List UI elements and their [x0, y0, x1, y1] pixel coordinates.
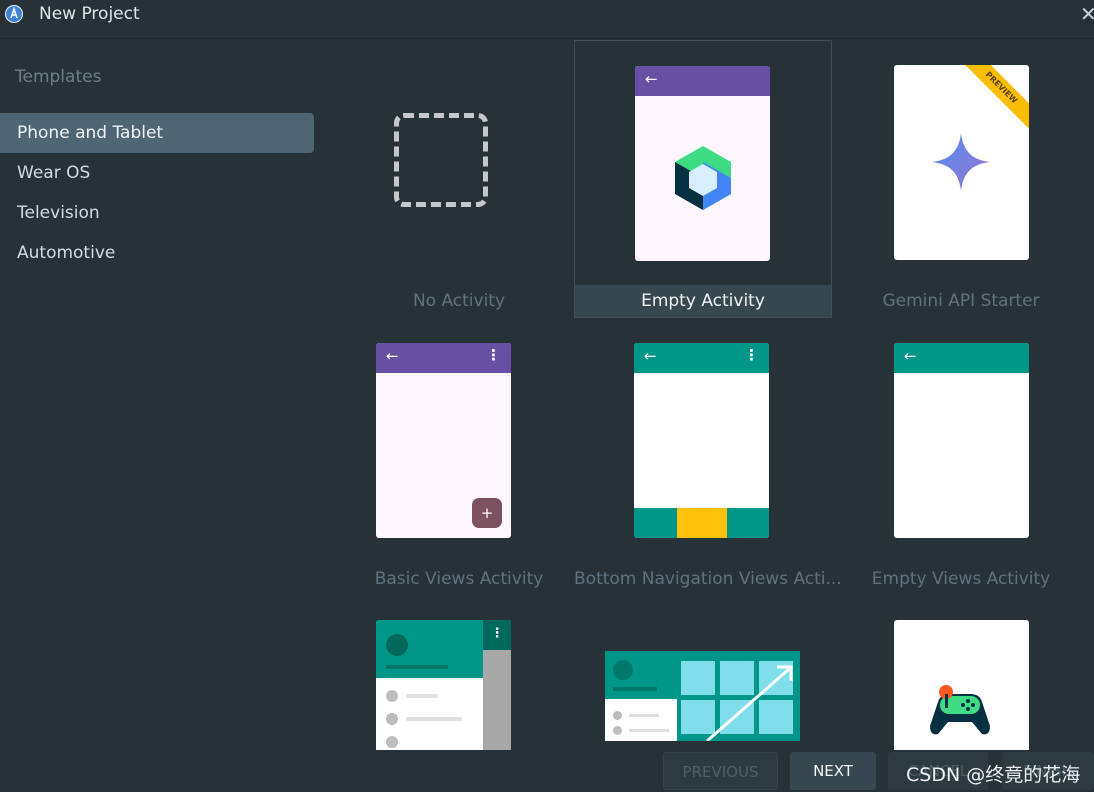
avatar	[613, 660, 633, 680]
bottom-navigation-bar	[634, 508, 769, 538]
title-bar: New Project ✕	[0, 0, 1094, 39]
list-item-icon	[613, 726, 622, 735]
template-empty-views-activity[interactable]: ← Empty Views Activity	[832, 317, 1090, 595]
header-line	[613, 687, 657, 691]
preview-badge: PREVIEW	[959, 65, 1029, 130]
tablet-preview	[605, 651, 800, 741]
game-controller-icon	[930, 685, 990, 735]
next-button[interactable]: NEXT	[790, 752, 876, 790]
list-item-icon	[613, 711, 622, 720]
templates-header: Templates	[15, 67, 102, 87]
template-label: Bottom Navigation Views Acti...	[574, 569, 842, 589]
template-basic-views-activity[interactable]: ← ⋮ + Basic Views Activity	[330, 317, 588, 595]
template-navigation-drawer-views-activity[interactable]: ⋮	[330, 595, 588, 792]
template-empty-activity[interactable]: ← Empty Activity	[574, 40, 832, 318]
back-arrow-icon: ←	[645, 70, 658, 88]
phone-preview: ←	[894, 343, 1029, 538]
template-label: Empty Activity	[575, 285, 831, 317]
sidebar-item-wear-os[interactable]: Wear OS	[0, 153, 314, 193]
back-arrow-icon: ←	[644, 347, 657, 365]
overflow-menu-icon: ⋮	[486, 346, 501, 364]
grid-area	[677, 651, 800, 741]
watermark: CSDN @终竟的花海	[906, 764, 1081, 786]
grid-growth-icon	[681, 661, 793, 741]
template-bottom-navigation-views-activity[interactable]: ← ⋮ Bottom Navigation Views Acti...	[574, 317, 842, 595]
phone-preview	[894, 620, 1029, 750]
close-icon[interactable]: ✕	[1080, 2, 1094, 26]
back-arrow-icon: ←	[904, 347, 917, 365]
window-title: New Project	[39, 4, 140, 24]
app-bar: ← ⋮	[634, 343, 769, 373]
bottom-nav-selected-item	[677, 508, 727, 538]
android-studio-icon	[5, 5, 23, 23]
drawer-header	[376, 620, 483, 678]
app-bar: ←	[635, 66, 770, 96]
phone-preview: ⋮	[376, 620, 511, 750]
fab-add-icon: +	[472, 498, 502, 528]
phone-preview: ←	[635, 66, 770, 261]
list-item-line	[406, 717, 462, 721]
list-item-icon	[386, 690, 398, 702]
sidebar-item-automotive[interactable]: Automotive	[0, 233, 314, 273]
drawer-header-line	[386, 665, 448, 669]
back-arrow-icon: ←	[386, 347, 399, 365]
phone-preview: ← ⋮	[634, 343, 769, 538]
list-item-icon	[386, 713, 398, 725]
list-item-icon	[386, 736, 398, 748]
overflow-menu-icon: ⋮	[483, 620, 511, 650]
list-item-line	[629, 714, 659, 717]
app-bar: ←	[894, 343, 1029, 373]
avatar	[386, 634, 408, 656]
gemini-sparkle-icon	[932, 133, 990, 191]
list-item-line	[406, 694, 438, 698]
overflow-menu-icon: ⋮	[744, 346, 759, 364]
phone-preview: PREVIEW	[894, 65, 1029, 260]
previous-button[interactable]: PREVIOUS	[663, 752, 778, 790]
sidebar-item-television[interactable]: Television	[0, 193, 314, 233]
phone-preview: ← ⋮ +	[376, 343, 511, 538]
template-no-activity[interactable]: No Activity	[330, 39, 588, 317]
scrim: ⋮	[483, 620, 511, 750]
app-bar: ← ⋮	[376, 343, 511, 373]
template-gemini-api-starter[interactable]: PREVIEW Gemini API Starter	[832, 39, 1090, 317]
template-category-sidebar: Templates Phone and Tablet Wear OS Telev…	[0, 39, 330, 792]
sidebar-item-phone-and-tablet[interactable]: Phone and Tablet	[0, 113, 314, 153]
template-label: Gemini API Starter	[882, 291, 1040, 311]
template-grid: No Activity ← Empty Activity PREVIEW Gem…	[330, 39, 1094, 792]
jetpack-compose-icon	[675, 146, 731, 210]
empty-placeholder-icon	[394, 113, 488, 207]
template-label: Empty Views Activity	[871, 569, 1051, 589]
template-label: Basic Views Activity	[374, 569, 544, 589]
list-item-line	[629, 729, 669, 732]
template-label: No Activity	[412, 291, 506, 311]
tablet-header	[605, 651, 677, 699]
